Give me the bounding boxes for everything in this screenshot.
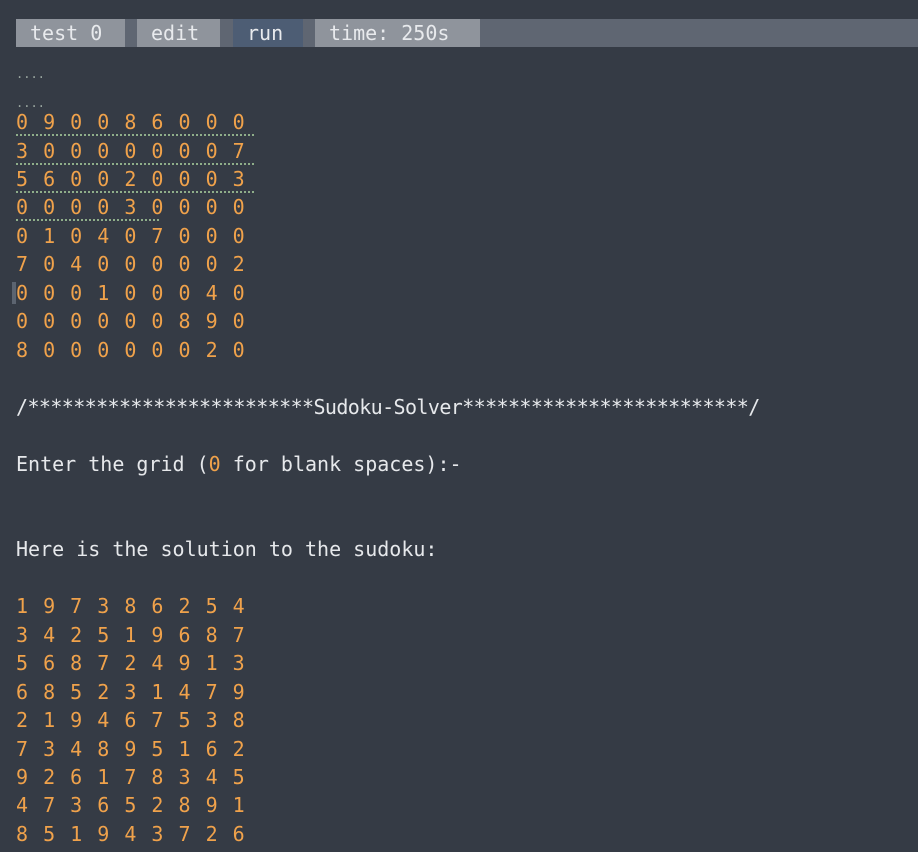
- prompt-line: Enter the grid (0 for blank spaces):-: [16, 450, 462, 478]
- warning-underline: [16, 134, 254, 136]
- solution-row: 4 7 3 6 5 2 8 9 1: [16, 793, 247, 817]
- input-row: 5 6 0 0 2 0 0 0 3: [16, 167, 247, 191]
- input-row: 8 0 0 0 0 0 0 2 0: [16, 338, 247, 362]
- time-indicator: time: 250s: [315, 19, 480, 47]
- input-row: 0 0 0 0 0 0 8 9 0: [16, 309, 247, 333]
- solution-row: 6 8 5 2 3 1 4 7 9: [16, 680, 247, 704]
- solution-row: 8 5 1 9 4 3 7 2 6: [16, 822, 247, 846]
- tab-test[interactable]: test 0: [16, 19, 125, 47]
- tab-edit[interactable]: edit: [137, 19, 220, 47]
- tab-bar: test 0 edit run time: 250s: [16, 19, 918, 47]
- ellipsis-marker: ....: [16, 67, 45, 81]
- prompt-text: for blank spaces):-: [220, 452, 462, 476]
- text-cursor: [12, 282, 16, 304]
- prompt-text: Enter the grid (: [16, 452, 209, 476]
- solution-row: 5 6 8 7 2 4 9 1 3: [16, 651, 247, 675]
- input-row: 7 0 4 0 0 0 0 0 2: [16, 252, 247, 276]
- solution-row: 2 1 9 4 6 7 5 3 8: [16, 708, 247, 732]
- input-row: 0 0 0 1 0 0 0 4 0: [16, 281, 247, 305]
- solution-heading: Here is the solution to the sudoku:: [16, 537, 438, 561]
- banner-line: /*************************Sudoku-Solver*…: [16, 395, 760, 419]
- warning-underline: [16, 219, 159, 221]
- tab-run[interactable]: run: [233, 19, 303, 47]
- solution-row: 9 2 6 1 7 8 3 4 5: [16, 765, 247, 789]
- input-row: 0 0 0 0 3 0 0 0 0: [16, 195, 247, 219]
- solution-row: 1 9 7 3 8 6 2 5 4: [16, 594, 247, 618]
- input-row: 0 9 0 0 8 6 0 0 0: [16, 110, 247, 134]
- solution-row: 3 4 2 5 1 9 6 8 7: [16, 623, 247, 647]
- input-row: 3 0 0 0 0 0 0 0 7: [16, 139, 247, 163]
- prompt-zero: 0: [208, 452, 221, 476]
- solution-row: 7 3 4 8 9 5 1 6 2: [16, 737, 247, 761]
- input-row: 0 1 0 4 0 7 0 0 0: [16, 224, 247, 248]
